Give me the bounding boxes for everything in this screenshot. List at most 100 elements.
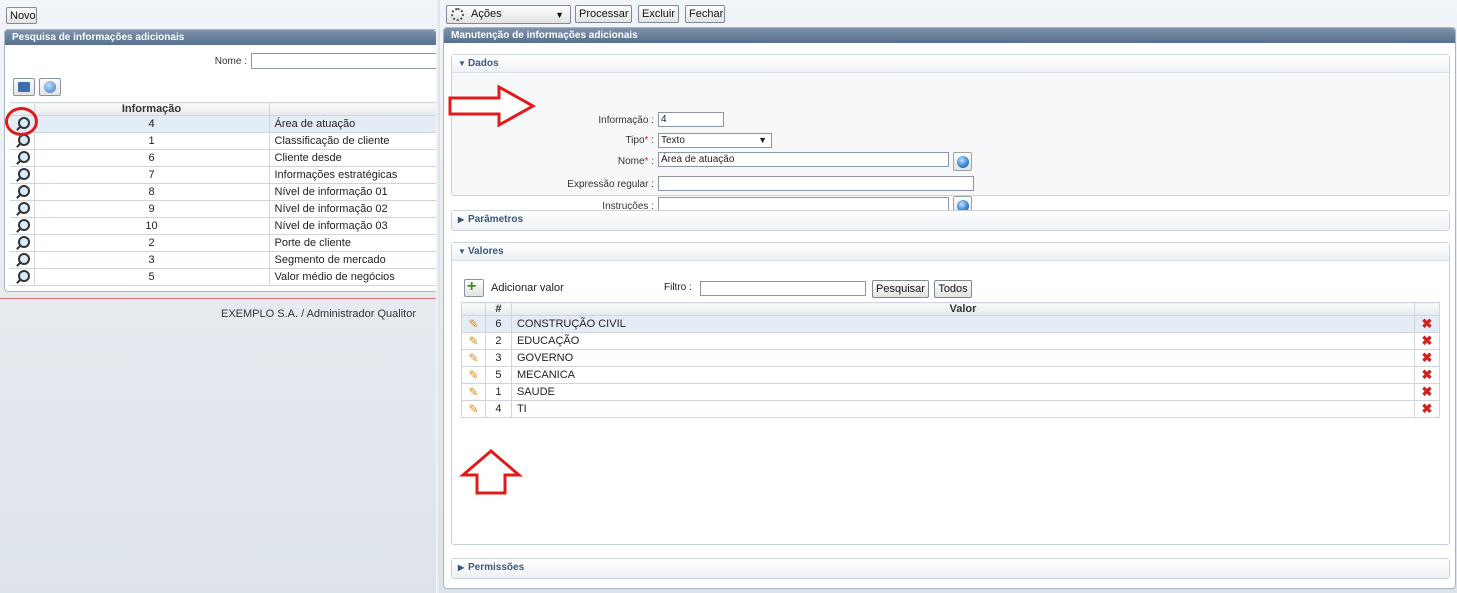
table-row[interactable]: 8 Nível de informação 01 [10, 183, 437, 201]
header-description[interactable] [268, 102, 437, 116]
name-translate-button[interactable] [953, 152, 972, 171]
info-number: 2 [33, 234, 270, 252]
magnifier-icon [15, 253, 30, 267]
table-row[interactable]: ✎ 5 MECANICA ✖ [461, 366, 1440, 384]
name-input[interactable]: Área de atuação [658, 152, 949, 167]
printer-icon [18, 82, 30, 92]
edit-button[interactable]: ✎ [461, 315, 486, 333]
magnifier-icon [15, 270, 30, 284]
section-dados: ▼ Dados Informação : 4 Tipo* : Texto ▼ N… [451, 54, 1450, 215]
delete-icon: ✖ [1421, 350, 1433, 365]
view-button[interactable] [10, 268, 35, 286]
info-description: Segmento de mercado [268, 251, 437, 269]
pane-splitter[interactable] [436, 0, 440, 593]
delete-value-button[interactable]: ✖ [1414, 349, 1440, 367]
edit-button[interactable]: ✎ [461, 383, 486, 401]
magnifier-icon [15, 168, 30, 182]
table-row[interactable]: 4 Área de atuação [10, 115, 437, 133]
globe-icon [44, 81, 56, 93]
magnifier-icon [15, 202, 30, 216]
values-table-header: # Valor [461, 302, 1440, 316]
table-row[interactable]: ✎ 3 GOVERNO ✖ [461, 349, 1440, 367]
filter-input[interactable] [700, 281, 866, 296]
user-footer: EXEMPLO S.A. / Administrador Qualitor [221, 308, 417, 320]
info-number: 8 [33, 183, 270, 201]
edit-button[interactable]: ✎ [461, 332, 486, 350]
magnifier-icon [15, 219, 30, 233]
print-button[interactable] [13, 78, 35, 96]
help-button[interactable] [39, 78, 61, 96]
add-value-label[interactable]: Adicionar valor [491, 282, 564, 294]
info-number: 9 [33, 200, 270, 218]
delete-value-button[interactable]: ✖ [1414, 400, 1440, 418]
view-button[interactable] [10, 166, 35, 184]
values-table: # Valor ✎ 6 CONSTRUÇÃO CIVIL ✖ ✎ 2 EDUCAÇÃO ✖ ✎ 3… [461, 302, 1440, 418]
chevron-down-icon: ▼ [758, 135, 767, 145]
table-row[interactable]: ✎ 2 EDUCAÇÃO ✖ [461, 332, 1440, 350]
search-values-button[interactable]: Pesquisar [872, 280, 929, 298]
table-row[interactable]: 1 Classificação de cliente [10, 132, 437, 150]
view-button[interactable] [10, 200, 35, 218]
delete-value-button[interactable]: ✖ [1414, 383, 1440, 401]
all-values-button[interactable]: Todos [934, 280, 972, 298]
pencil-icon: ✎ [468, 334, 479, 348]
table-row[interactable]: 2 Porte de cliente [10, 234, 437, 252]
table-row[interactable]: ✎ 6 CONSTRUÇÃO CIVIL ✖ [461, 315, 1440, 333]
section-dados-header[interactable]: ▼ Dados [452, 55, 1449, 73]
annotation-circle [5, 107, 38, 136]
table-row[interactable]: 3 Segmento de mercado [10, 251, 437, 269]
info-description: Nível de informação 01 [268, 183, 437, 201]
delete-value-button[interactable]: ✖ [1414, 366, 1440, 384]
edit-button[interactable]: ✎ [461, 349, 486, 367]
info-description: Valor médio de negócios [268, 268, 437, 286]
header-valor[interactable]: Valor [510, 302, 1416, 316]
delete-value-button[interactable]: ✖ [1414, 315, 1440, 333]
actions-dropdown[interactable]: Ações ▼ [446, 5, 571, 24]
divider-line [0, 298, 436, 299]
type-select-value: Texto [661, 135, 685, 146]
regex-input[interactable] [658, 176, 974, 191]
header-informacao[interactable]: Informação [33, 102, 270, 116]
value-number: 1 [484, 383, 512, 401]
magnifier-icon [15, 151, 30, 165]
info-table: Informação 4 Área de atuação 1 Classificaçã… [10, 102, 437, 286]
type-label: Tipo* : [625, 135, 654, 146]
info-number: 6 [33, 149, 270, 167]
table-row[interactable]: ✎ 1 SAUDE ✖ [461, 383, 1440, 401]
delete-value-button[interactable]: ✖ [1414, 332, 1440, 350]
value-text: MECANICA [510, 366, 1416, 384]
type-select[interactable]: Texto ▼ [658, 133, 772, 148]
table-row[interactable]: 10 Nível de informação 03 [10, 217, 437, 235]
value-number: 6 [484, 315, 512, 333]
new-button[interactable]: Novo [6, 7, 37, 24]
section-permissoes-header[interactable]: ▶ Permissões [452, 559, 1449, 578]
view-button[interactable] [10, 234, 35, 252]
table-header: Informação [10, 102, 437, 116]
section-valores-header[interactable]: ▼ Valores [452, 243, 1449, 261]
add-value-button[interactable]: + [464, 278, 484, 297]
edit-button[interactable]: ✎ [461, 400, 486, 418]
info-input[interactable]: 4 [658, 112, 724, 127]
value-number: 2 [484, 332, 512, 350]
info-description: Classificação de cliente [268, 132, 437, 150]
magnifier-icon [15, 185, 30, 199]
info-description: Nível de informação 03 [268, 217, 437, 235]
process-button[interactable]: Processar [575, 5, 632, 23]
view-button[interactable] [10, 183, 35, 201]
view-button[interactable] [10, 251, 35, 269]
delete-button[interactable]: Excluir [638, 5, 679, 23]
table-row[interactable]: 7 Informações estratégicas [10, 166, 437, 184]
table-row[interactable]: 9 Nível de informação 02 [10, 200, 437, 218]
section-parametros-header[interactable]: ▶ Parâmetros [452, 211, 1449, 230]
table-row[interactable]: 6 Cliente desde [10, 149, 437, 167]
table-row[interactable]: 5 Valor médio de negócios [10, 268, 437, 286]
edit-button[interactable]: ✎ [461, 366, 486, 384]
regex-label: Expressão regular : [567, 179, 654, 190]
name-search-input[interactable] [251, 53, 437, 69]
view-button[interactable] [10, 149, 35, 167]
section-permissoes-title: Permissões [468, 562, 525, 573]
table-row[interactable]: ✎ 4 TI ✖ [461, 400, 1440, 418]
close-button[interactable]: Fechar [685, 5, 725, 23]
view-button[interactable] [10, 217, 35, 235]
header-num[interactable]: # [484, 302, 512, 316]
